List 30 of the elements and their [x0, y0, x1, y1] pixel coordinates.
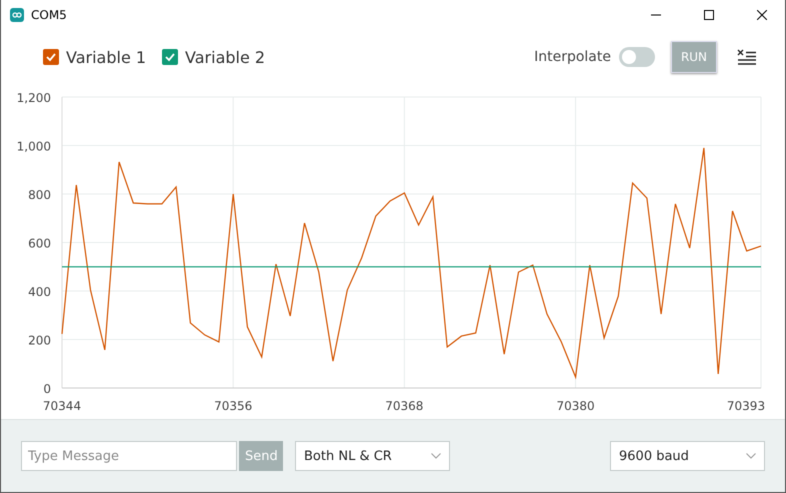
y-tick-label: 1,200 [16, 91, 51, 105]
legend-label: Variable 1 [66, 48, 146, 66]
x-tick-label: 70380 [556, 399, 595, 413]
interpolate-label: Interpolate [534, 49, 611, 65]
x-tick-label: 70393 [726, 399, 766, 413]
checkbox[interactable] [162, 49, 178, 65]
x-tick-label: 70368 [385, 399, 424, 413]
app-icon [10, 8, 24, 22]
y-tick-label: 1,000 [16, 140, 51, 154]
maximize-icon[interactable] [704, 10, 714, 20]
x-tick-label: 70344 [42, 399, 82, 413]
chevron-icon [431, 453, 441, 459]
close-icon[interactable] [757, 10, 767, 20]
check-icon [46, 52, 56, 62]
baud-rate-dropdown[interactable]: 9600 baud [610, 441, 765, 471]
checkbox[interactable] [43, 49, 59, 65]
x-tick-label: 70356 [214, 399, 252, 413]
chevron-icon [746, 453, 756, 459]
line-ending-dropdown[interactable]: Both NL & CR [295, 441, 450, 471]
interpolate-toggle[interactable] [619, 47, 655, 67]
y-tick-label: 200 [28, 334, 51, 348]
clear-icon[interactable] [737, 49, 757, 65]
y-tick-label: 0 [43, 382, 51, 396]
y-tick-label: 400 [28, 285, 51, 299]
y-tick-label: 600 [28, 236, 51, 250]
message-field[interactable]: Type Message [21, 441, 237, 471]
y-tick-label: 800 [28, 188, 51, 202]
window-title: COM5 [31, 8, 68, 22]
check-icon [165, 52, 176, 62]
legend-label: Variable 2 [185, 48, 266, 66]
